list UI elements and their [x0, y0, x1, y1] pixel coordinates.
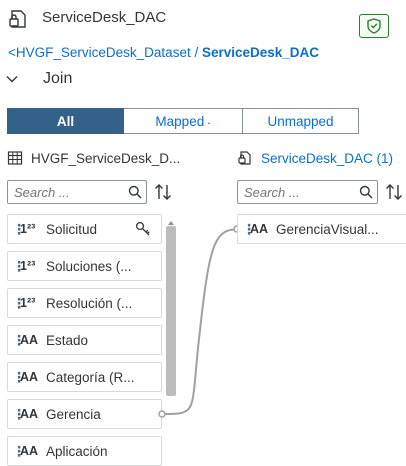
list-item[interactable]: ⋮ AA GerenciaVisual... — [237, 214, 406, 244]
text-type-icon: AA — [250, 222, 269, 236]
field-name: GerenciaVisual... — [276, 221, 379, 237]
drag-handle-icon[interactable]: ⋮ — [242, 222, 256, 236]
